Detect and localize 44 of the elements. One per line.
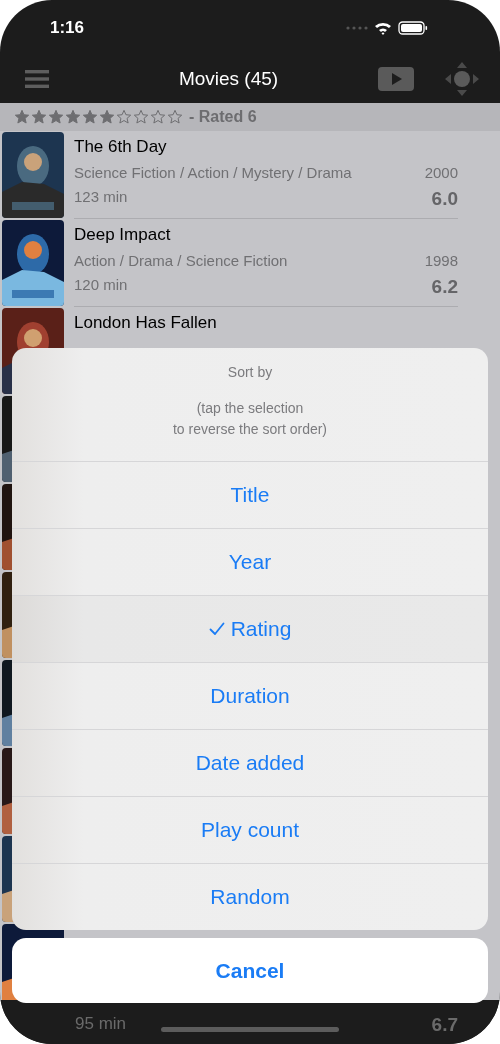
movie-row[interactable]: Deep Impact Action / Drama / Science Fiction 1998 120 min 6.2 [0, 219, 500, 307]
movie-year: 1998 [424, 252, 458, 269]
rating-group-label: - Rated 6 [189, 108, 257, 126]
menu-icon[interactable] [25, 70, 49, 88]
movie-year: 2000 [424, 164, 458, 181]
remote-pad-icon[interactable] [444, 61, 480, 97]
movie-rating: 6.0 [431, 188, 458, 210]
star-icon [150, 109, 166, 125]
movie-duration: 123 min [74, 188, 128, 207]
star-icon [31, 109, 47, 125]
cancel-button[interactable]: Cancel [12, 938, 488, 1003]
play-icon[interactable] [378, 67, 414, 91]
sheet-title: Sort by [227, 364, 273, 380]
star-icon [14, 109, 30, 125]
movie-duration: 120 min [74, 276, 128, 295]
movie-duration: 95 min [75, 1014, 127, 1035]
movie-row[interactable]: The 6th Day Science Fiction / Action / Mystery / Drama 2000 123 min 6.0 [0, 131, 500, 219]
status-time: 1:16 [50, 17, 85, 38]
sort-option[interactable]: Random [12, 863, 488, 930]
star-icon [99, 109, 115, 125]
wifi-icon [374, 20, 392, 35]
movie-rating: 6.7 [431, 1014, 458, 1036]
sort-option[interactable]: Date added [12, 729, 488, 796]
sort-option[interactable]: Duration [12, 662, 488, 729]
sheet-hint: (tap the selection to reverse the sort order) [172, 399, 328, 439]
movie-title: Deep Impact [74, 225, 172, 245]
star-icon [82, 109, 98, 125]
movie-title: The 6th Day [74, 137, 168, 157]
movie-genres: Science Fiction / Action / Mystery / Drama [74, 164, 352, 181]
sort-option[interactable]: Year [12, 528, 488, 595]
movie-genres: Action / Drama / Science Fiction [74, 252, 288, 269]
star-icon [167, 109, 183, 125]
movie-rating: 6.2 [431, 276, 458, 298]
signal-icon [346, 24, 368, 31]
star-icon [48, 109, 64, 125]
sort-option[interactable]: Play count [12, 796, 488, 863]
sort-option[interactable]: Rating [12, 595, 488, 662]
sort-option[interactable]: Title [12, 461, 488, 528]
star-icon [65, 109, 81, 125]
star-icon [133, 109, 149, 125]
screen-title: Movies (45) [177, 68, 280, 90]
battery-icon [398, 20, 428, 35]
star-icon [116, 109, 132, 125]
movie-title: London Has Fallen [74, 313, 218, 333]
